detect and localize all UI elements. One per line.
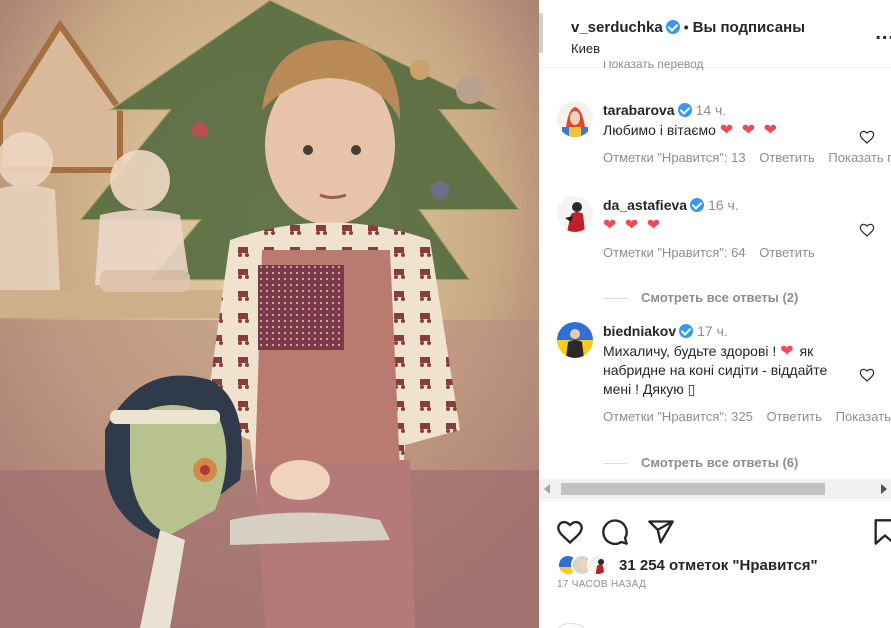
comment-time[interactable]: 16 ч.	[708, 197, 739, 213]
like-comment-heart-icon[interactable]	[859, 222, 875, 238]
replies-divider	[603, 463, 627, 465]
comment-time[interactable]: 14 ч.	[696, 102, 727, 118]
separator-dot: •	[683, 19, 689, 35]
comment-likes-count[interactable]: Отметки "Нравится": 325	[603, 409, 753, 424]
comment-icon[interactable]	[601, 518, 629, 546]
replies-divider	[603, 298, 627, 300]
show-translation-link[interactable]: Показать перевод	[603, 61, 704, 75]
horizontal-scrollbar[interactable]	[539, 479, 891, 499]
comment-likes-count[interactable]: Отметки "Нравится": 64	[603, 245, 746, 260]
post-actions: 31 254 отметок "Нравится" 17 ЧАСОВ НАЗАД	[539, 500, 891, 628]
comment-text: Любимо і вітаємо ❤ ❤ ❤	[603, 122, 779, 139]
reply-button[interactable]: Ответить	[759, 245, 815, 260]
comment-username[interactable]: tarabarova	[603, 102, 675, 118]
post-photo	[0, 0, 539, 628]
comment-avatar[interactable]	[557, 101, 593, 137]
comment-body: da_astafieva 16 ч. ❤ ❤ ❤ Отметки "Нравитс…	[603, 196, 883, 260]
bookmark-icon[interactable]	[871, 518, 891, 546]
follow-status-button[interactable]: Вы подписаны	[693, 19, 805, 36]
view-replies-button[interactable]: Смотреть все ответы (2)	[603, 290, 798, 305]
show-translation-link[interactable]: Показать перевод	[828, 150, 891, 165]
comment-meta: Отметки "Нравится": 13 Ответить Показать…	[603, 150, 891, 165]
comment-input-avatar	[557, 623, 585, 628]
view-replies-button[interactable]: Смотреть все ответы (6)	[603, 455, 798, 470]
post-location[interactable]: Киев	[571, 41, 600, 56]
author-username[interactable]: v_serduchka	[571, 19, 663, 36]
comment-body: tarabarova 14 ч. Любимо і вітаємо ❤ ❤ ❤ О…	[603, 101, 891, 165]
show-translation-link[interactable]: Показать перевод	[836, 409, 891, 424]
post-header: v_serduchka •Вы подписаны Киев ...	[539, 0, 891, 68]
heart-icon[interactable]	[556, 518, 584, 546]
more-options-icon[interactable]: ...	[875, 22, 891, 45]
reply-button[interactable]: Ответить	[766, 409, 822, 424]
verified-icon	[690, 198, 705, 212]
comment-text: Михаличу, будьте здорові ! ❤ як набридне…	[603, 343, 828, 397]
likes-summary: 31 254 отметок "Нравится"	[557, 554, 887, 578]
scroll-right-arrow-icon[interactable]	[881, 484, 887, 494]
comment-avatar[interactable]	[557, 322, 593, 358]
heart-emoji-group: ❤ ❤ ❤	[603, 217, 663, 234]
post-photo-illustration	[0, 0, 539, 628]
reply-button[interactable]: Ответить	[759, 150, 815, 165]
heart-emoji-group: ❤ ❤ ❤	[719, 122, 779, 139]
scrollbar-thumb[interactable]	[561, 483, 825, 495]
heart-emoji: ❤	[780, 343, 796, 360]
like-comment-heart-icon[interactable]	[859, 129, 875, 145]
comment-text: ❤ ❤ ❤	[603, 216, 853, 235]
like-comment-heart-icon[interactable]	[859, 367, 875, 383]
author-avatar[interactable]	[539, 13, 543, 53]
comment-meta: Отметки "Нравится": 64 Ответить	[603, 245, 883, 260]
liker-avatar[interactable]	[587, 554, 609, 576]
verified-icon	[679, 324, 694, 338]
comment-body: biedniakov 17 ч. Михаличу, будьте здорові…	[603, 322, 891, 424]
comment-username[interactable]: da_astafieva	[603, 197, 687, 213]
post-likes-count[interactable]: 31 254 отметок "Нравится"	[619, 557, 818, 574]
author-line: v_serduchka • Вы подписаны	[571, 19, 805, 36]
scroll-left-arrow-icon[interactable]	[544, 484, 550, 494]
post-side-panel: v_serduchka •Вы подписаны Киев ... Показа…	[539, 0, 891, 628]
missing-glyph: ▯	[687, 381, 696, 397]
comment-time[interactable]: 17 ч.	[697, 323, 728, 339]
comment-avatar[interactable]	[557, 196, 593, 232]
comment-likes-count[interactable]: Отметки "Нравится": 13	[603, 150, 746, 165]
verified-icon	[665, 20, 680, 34]
post-timestamp[interactable]: 17 ЧАСОВ НАЗАД	[557, 579, 646, 590]
verified-icon	[677, 103, 692, 117]
comment-meta: Отметки "Нравится": 325 Ответить Показат…	[603, 409, 891, 424]
share-icon[interactable]	[647, 518, 675, 546]
comment-username[interactable]: biedniakov	[603, 323, 676, 339]
